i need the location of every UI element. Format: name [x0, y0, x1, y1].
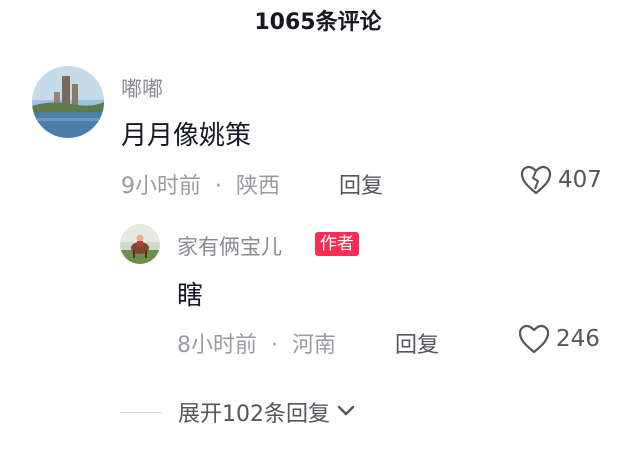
expand-replies-label: 展开102条回复 — [178, 402, 330, 427]
comment-username[interactable]: 嘟嘟 — [121, 73, 163, 103]
reply-avatar[interactable] — [120, 224, 160, 264]
like-count: 407 — [558, 167, 602, 193]
reply-to-reply-button[interactable]: 回复 — [395, 327, 439, 359]
comment-text: 月月像姚策 — [121, 121, 252, 151]
reply-button[interactable]: 回复 — [339, 168, 383, 200]
comment-meta: 9小时前 · 陕西 — [121, 168, 280, 200]
reply-like-count: 246 — [556, 326, 600, 352]
reply-username[interactable]: 家有俩宝儿 — [177, 231, 282, 261]
divider-line — [120, 411, 162, 413]
broken-heart-icon — [520, 165, 552, 195]
reply-meta: 8小时前 · 河南 — [177, 327, 336, 359]
like-button[interactable]: 407 — [520, 165, 602, 195]
expand-replies-button[interactable]: 展开102条回复 — [120, 396, 356, 428]
chevron-down-icon — [330, 403, 356, 422]
meta-separator: · — [215, 174, 222, 199]
reply-time: 8小时前 — [177, 333, 257, 358]
comment-location: 陕西 — [236, 174, 281, 199]
reply-location: 河南 — [292, 333, 337, 358]
heart-icon — [518, 324, 550, 354]
reply-text: 瞎 — [177, 281, 204, 311]
reply-like-button[interactable]: 246 — [518, 324, 600, 354]
meta-separator: · — [271, 333, 278, 358]
comments-panel: 1065条评论 嘟嘟 月月像姚策 9小时前 · 陕西 回复 407 家有俩宝儿 … — [0, 0, 636, 452]
author-badge: 作者 — [315, 232, 359, 256]
comments-count-title: 1065条评论 — [254, 10, 382, 35]
avatar[interactable] — [32, 66, 104, 138]
comment-time: 9小时前 — [121, 174, 201, 199]
